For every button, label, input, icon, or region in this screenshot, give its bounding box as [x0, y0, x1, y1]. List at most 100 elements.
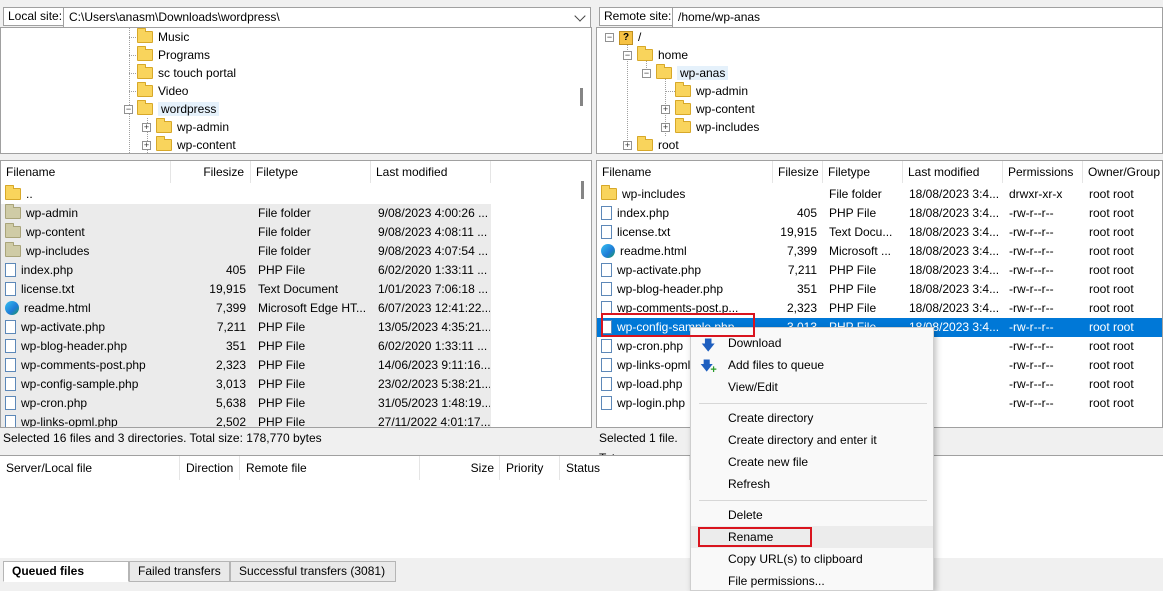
file-row[interactable]: ..	[1, 185, 491, 204]
tab-queued-files[interactable]: Queued files	[3, 561, 129, 582]
column-header-last-modified[interactable]: Last modified	[371, 161, 491, 183]
queue-header-status[interactable]: Status	[560, 456, 690, 480]
file-row[interactable]: license.txt 19,915 Text Docu... 18/08/2023 …	[597, 223, 1162, 242]
file-row[interactable]: wp-blog-header.php 351 PHP File 6/02/2020 1…	[1, 337, 491, 356]
cell-size: 2,323	[215, 358, 246, 372]
menu-item-create-new-file[interactable]: Create new file	[691, 451, 933, 473]
cell-size: 7,399	[786, 244, 817, 258]
collapse-icon[interactable]: −	[124, 105, 133, 114]
column-header-owner-group[interactable]: Owner/Group	[1083, 161, 1162, 183]
download-arrow-icon: 🡇	[701, 337, 716, 353]
local-directory-tree[interactable]: Music Programs sc touch portal Video − w…	[0, 27, 592, 154]
collapse-icon[interactable]: −	[605, 33, 614, 42]
cell-perm: -rw-r--r--	[1009, 301, 1054, 315]
file-row[interactable]: readme.html 7,399 Microsoft ... 18/08/2023 …	[597, 242, 1162, 261]
cell-type: PHP File	[258, 396, 306, 410]
tab-failed-transfers[interactable]: Failed transfers	[129, 561, 230, 582]
expand-icon[interactable]: +	[142, 123, 151, 132]
column-header-filename[interactable]: Filename	[597, 161, 773, 183]
menu-item-refresh[interactable]: Refresh	[691, 473, 933, 495]
file-row[interactable]: license.txt 19,915 Text Document 1/01/2023 …	[1, 280, 491, 299]
file-row[interactable]: wp-links-opml.php 2,502 PHP File 27/11/2022…	[1, 413, 491, 427]
local-tree-scrollbar[interactable]	[580, 88, 583, 106]
expand-icon[interactable]: +	[623, 141, 632, 150]
menu-item-add-files-to-queue[interactable]: 🡇+ Add files to queue	[691, 354, 933, 376]
menu-item-create-directory[interactable]: Create directory	[691, 407, 933, 429]
file-row[interactable]: wp-admin File folder 9/08/2023 4:00:26 ...	[1, 204, 491, 223]
menu-item-file-permissions[interactable]: File permissions...	[691, 570, 933, 591]
collapse-icon[interactable]: −	[642, 69, 651, 78]
file-row[interactable]: wp-config-sample.php 3,013 PHP File 23/02/2…	[1, 375, 491, 394]
tree-item-sc-touch-portal[interactable]: sc touch portal	[137, 63, 236, 82]
file-row[interactable]: wp-content File folder 9/08/2023 4:08:11 .…	[1, 223, 491, 242]
local-list-scrollbar[interactable]	[581, 181, 584, 199]
cell-perm: -rw-r--r--	[1009, 339, 1054, 353]
tree-item-wp-content[interactable]: wp-content	[156, 135, 236, 153]
queue-header-priority[interactable]: Priority	[500, 456, 560, 480]
cell-modified: 14/06/2023 9:11:16...	[378, 358, 490, 372]
file-icon	[601, 224, 612, 239]
local-file-list[interactable]: Filename Filesize Filetype Last modified…	[0, 160, 592, 428]
queue-header-direction[interactable]: Direction	[180, 456, 240, 480]
cell-type: PHP File	[829, 206, 877, 220]
tree-item-root[interactable]: root	[637, 135, 679, 153]
menu-item-delete[interactable]: Delete	[691, 504, 933, 526]
cell-modified: 18/08/2023 3:4...	[909, 225, 1000, 239]
tree-item-home[interactable]: home	[637, 45, 688, 64]
file-icon	[5, 395, 16, 410]
tree-item-wp-admin[interactable]: wp-admin	[675, 81, 748, 100]
file-row[interactable]: wp-includes File folder 18/08/2023 3:4... d…	[597, 185, 1162, 204]
cell-name: index.php	[5, 261, 171, 280]
folder-icon	[675, 117, 691, 133]
column-header-filetype[interactable]: Filetype	[823, 161, 903, 183]
tab-successful-transfers[interactable]: Successful transfers (3081)	[230, 561, 396, 582]
column-header-filetype[interactable]: Filetype	[251, 161, 371, 183]
remote-site-path-input[interactable]: /home/wp-anas	[672, 7, 1163, 28]
folder-icon	[5, 185, 21, 200]
expand-icon[interactable]: +	[142, 141, 151, 150]
expand-icon[interactable]: +	[661, 123, 670, 132]
column-header-filesize[interactable]: Filesize	[171, 161, 251, 183]
column-header-permissions[interactable]: Permissions	[1003, 161, 1083, 183]
file-row[interactable]: wp-comments-post.php 2,323 PHP File 14/06/2…	[1, 356, 491, 375]
folder-icon	[137, 63, 153, 79]
transfer-queue[interactable]: Server/Local file Direction Remote file …	[0, 455, 1163, 558]
folder-icon	[137, 81, 153, 97]
expand-icon[interactable]: +	[661, 105, 670, 114]
queue-header-remote-file[interactable]: Remote file	[240, 456, 420, 480]
file-row[interactable]: wp-activate.php 7,211 PHP File 18/08/2023 3…	[597, 261, 1162, 280]
tree-item-wordpress[interactable]: wordpress	[137, 99, 220, 118]
tree-item-wp-admin[interactable]: wp-admin	[156, 117, 229, 136]
tree-item-wp-includes[interactable]: wp-includes	[675, 117, 759, 136]
cell-perm: drwxr-xr-x	[1009, 187, 1063, 201]
file-row[interactable]: wp-blog-header.php 351 PHP File 18/08/2023 …	[597, 280, 1162, 299]
column-header-last-modified[interactable]: Last modified	[903, 161, 1003, 183]
file-row[interactable]: readme.html 7,399 Microsoft Edge HT... 6/07…	[1, 299, 491, 318]
tree-item-wp-content[interactable]: wp-content	[675, 99, 755, 118]
queue-header-server-local-file[interactable]: Server/Local file	[0, 456, 180, 480]
tree-item-music[interactable]: Music	[137, 28, 189, 46]
file-icon	[601, 281, 612, 296]
column-header-filesize[interactable]: Filesize	[773, 161, 823, 183]
column-header-filename[interactable]: Filename	[1, 161, 171, 183]
cell-type: File folder	[829, 187, 882, 201]
local-site-path-input[interactable]: C:\Users\anasm\Downloads\wordpress\	[63, 7, 591, 28]
file-row[interactable]: wp-cron.php 5,638 PHP File 31/05/2023 1:48:…	[1, 394, 491, 413]
cell-name: wp-blog-header.php	[5, 337, 171, 356]
tree-item-programs[interactable]: Programs	[137, 45, 210, 64]
tree-item-wp-anas[interactable]: wp-anas	[656, 63, 729, 82]
file-row[interactable]: wp-includes File folder 9/08/2023 4:07:54 …	[1, 242, 491, 261]
tree-item-video[interactable]: Video	[137, 81, 188, 100]
collapse-icon[interactable]: −	[623, 51, 632, 60]
file-row[interactable]: index.php 405 PHP File 18/08/2023 3:4... -rw…	[597, 204, 1162, 223]
cell-owner: root root	[1089, 263, 1134, 277]
cell-name: wp-blog-header.php	[601, 280, 773, 299]
menu-item-create-directory-and-enter[interactable]: Create directory and enter it	[691, 429, 933, 451]
menu-item-view-edit[interactable]: View/Edit	[691, 376, 933, 398]
tree-item-root-slash[interactable]: ? /	[619, 28, 641, 46]
file-row[interactable]: wp-activate.php 7,211 PHP File 13/05/2023 4…	[1, 318, 491, 337]
file-row[interactable]: index.php 405 PHP File 6/02/2020 1:33:11 ..…	[1, 261, 491, 280]
remote-directory-tree[interactable]: − ? / − home − wp-anas wp-admin + wp-cont…	[596, 27, 1163, 154]
menu-item-copy-urls[interactable]: Copy URL(s) to clipboard	[691, 548, 933, 570]
queue-header-size[interactable]: Size	[420, 456, 500, 480]
